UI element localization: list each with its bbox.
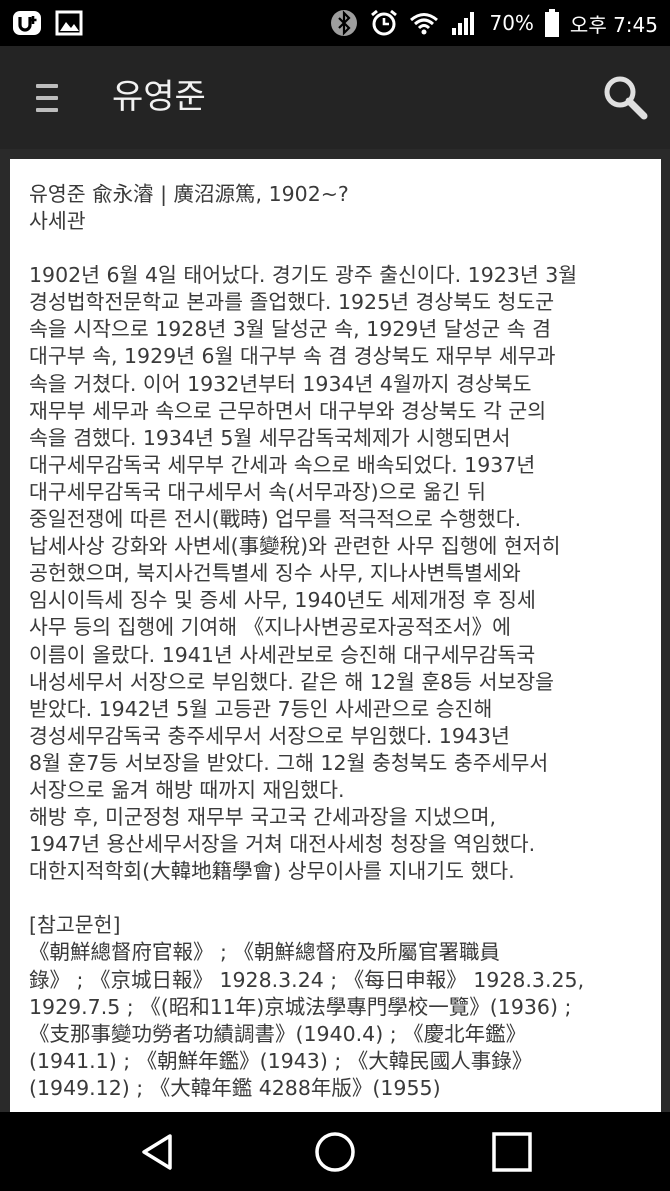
body-line: 사무 등의 집행에 기여해 《지나사변공로자공적조서》에 xyxy=(29,615,511,640)
body-line: 이름이 올랐다. 1941년 사세관보로 승진해 대구세무감독국 xyxy=(29,642,536,667)
body-line: 경성세무감독국 충주세무서 서장으로 부임했다. 1943년 xyxy=(29,723,510,748)
body-line: 중일전쟁에 따른 전시(戰時) 업무를 적극적으로 수행했다. xyxy=(29,507,522,532)
status-time: 오후 7:45 xyxy=(569,12,658,37)
reference-line: 錄》 ; 《京城日報》 1928.3.24 ; 《每日申報》 1928.3.25… xyxy=(29,967,585,992)
reference-line: 《朝鮮總督府官報》 ; 《朝鮮總督府及所屬官署職員 xyxy=(29,940,500,965)
menu-icon[interactable] xyxy=(36,84,58,112)
back-icon[interactable] xyxy=(136,1130,180,1174)
article-subheading: 사세관 xyxy=(29,209,86,234)
navigation-bar xyxy=(0,1112,670,1191)
content-area[interactable]: 유영준 兪永濬 | 廣沼源篤, 1902~? 사세관 1902년 6월 4일 태… xyxy=(0,149,670,1112)
article-card: 유영준 兪永濬 | 廣沼源篤, 1902~? 사세관 1902년 6월 4일 태… xyxy=(10,159,661,1112)
status-bar: 70% 오후 7:45 xyxy=(0,0,670,46)
body-line: 속을 겸했다. 1934년 5월 세무감독국체제가 시행되면서 xyxy=(29,425,511,450)
body-line: 대구세무감독국 대구세무서 속(서무과장)으로 옮긴 뒤 xyxy=(29,479,486,504)
body-line: 속을 거쳤다. 이어 1932년부터 1934년 4월까지 경상북도 xyxy=(29,371,532,396)
signal-icon xyxy=(452,12,475,35)
home-icon[interactable] xyxy=(313,1130,357,1174)
body-line: 내성세무서 서장으로 부임했다. 같은 해 12월 훈8등 서보장을 xyxy=(29,669,555,694)
recents-icon[interactable] xyxy=(490,1130,534,1174)
reference-line: 1929.7.5 ; 《(昭和11年)京城法學專門學校一覽》(1936) ; xyxy=(29,994,572,1019)
body-line: 대구세무감독국 세무부 간세과 속으로 배속되었다. 1937년 xyxy=(29,452,536,477)
body-line: 임시이득세 징수 및 증세 사무, 1940년도 세제개정 후 징세 xyxy=(29,588,536,613)
image-icon xyxy=(55,10,83,36)
alarm-icon xyxy=(371,9,398,36)
reference-line: 《支那事變功勞者功績調書》(1940.4) ; 《慶北年鑑》 xyxy=(29,1021,527,1046)
reference-line: (1941.1) ; 《朝鮮年鑑》(1943) ; 《大韓民國人事錄》 xyxy=(29,1048,533,1073)
body-line: 1902년 6월 4일 태어났다. 경기도 광주 출신이다. 1923년 3월 xyxy=(29,263,578,288)
body-line: 속을 시작으로 1928년 3월 달성군 속, 1929년 달성군 속 겸 xyxy=(29,317,552,342)
body-line: 대구부 속, 1929년 6월 대구부 속 겸 경상북도 재무부 세무과 xyxy=(29,344,556,369)
body-line: 받았다. 1942년 5월 고등관 7등인 사세관으로 승진해 xyxy=(29,696,493,721)
battery-percent: 70% xyxy=(489,11,534,35)
app-bar: 유영준 xyxy=(0,46,670,149)
body-line: 1947년 용산세무서장을 거쳐 대전사세청 청장을 역임했다. xyxy=(29,832,536,857)
search-icon[interactable] xyxy=(600,72,650,122)
reference-line: (1949.12) ; 《大韓年鑑 4288年版》(1955) xyxy=(29,1075,441,1100)
body-line: 8월 훈7등 서보장을 받았다. 그해 12월 충청북도 충주세무서 xyxy=(29,750,549,775)
body-line: 납세사상 강화와 사변세(事變稅)와 관련한 사무 집행에 현저히 xyxy=(29,534,561,559)
u-plus-icon xyxy=(13,11,41,35)
bluetooth-icon xyxy=(331,10,358,36)
body-line: 재무부 세무과 속으로 근무하면서 대구부와 경상북도 각 군의 xyxy=(29,398,547,423)
app-title: 유영준 xyxy=(112,77,206,117)
battery-icon xyxy=(544,9,559,37)
body-line: 공헌했으며, 북지사건특별세 징수 사무, 지나사변특별세와 xyxy=(29,561,521,586)
body-line: 대한지적학회(大韓地籍學會) 상무이사를 지내기도 했다. xyxy=(29,859,515,884)
wifi-icon xyxy=(410,13,439,35)
body-line: 경성법학전문학교 본과를 졸업했다. 1925년 경상북도 청도군 xyxy=(29,290,555,315)
body-line: 해방 후, 미군정청 재무부 국고국 간세과장을 지냈으며, xyxy=(29,805,497,830)
body-line: 서장으로 옮겨 해방 때까지 재임했다. xyxy=(29,777,345,802)
references-title: [참고문헌] xyxy=(29,913,121,938)
article-heading: 유영준 兪永濬 | 廣沼源篤, 1902~? xyxy=(29,182,349,206)
